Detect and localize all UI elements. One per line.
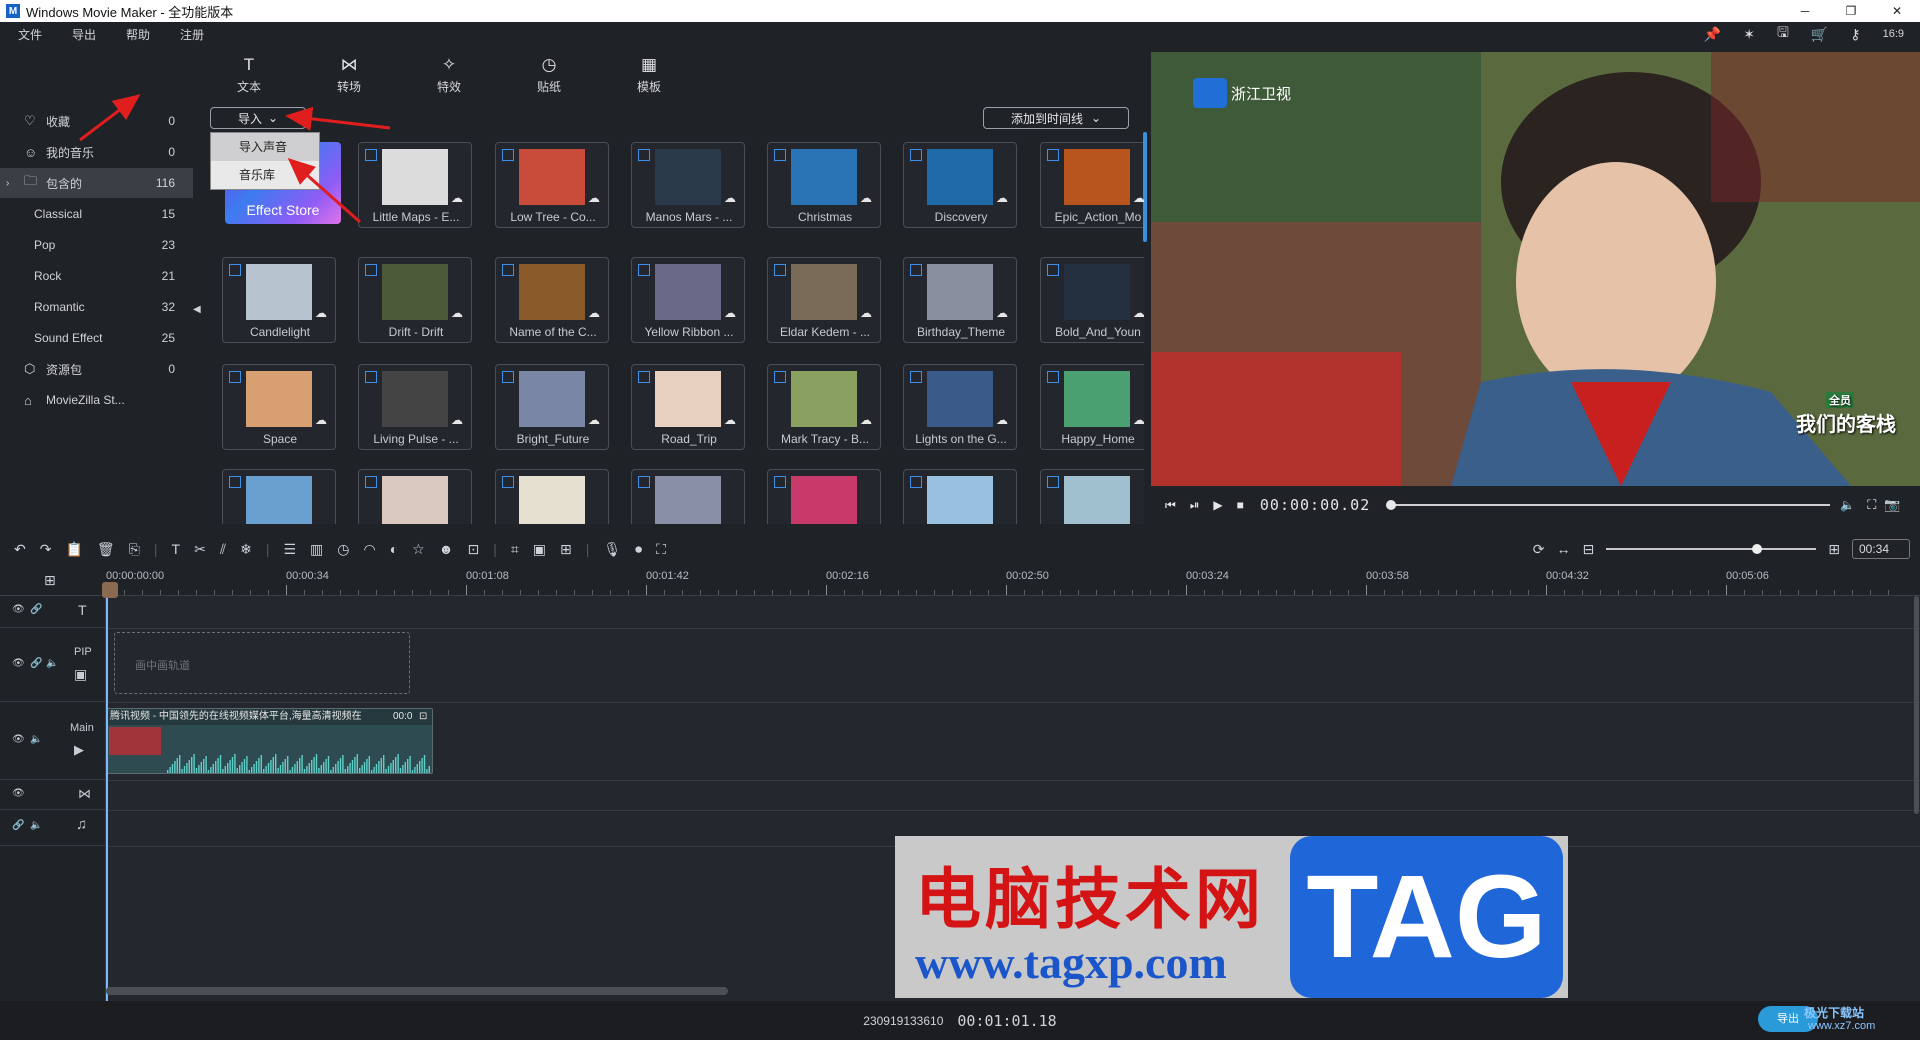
annotation-arrows (79, 94, 391, 224)
arrow-to-music-library (287, 158, 361, 224)
arrow-to-music-tab (79, 94, 141, 142)
app-window: { "window": {"title": "Windows Movie Mak… (0, 0, 1920, 1040)
arrow-to-import-button (285, 106, 391, 131)
